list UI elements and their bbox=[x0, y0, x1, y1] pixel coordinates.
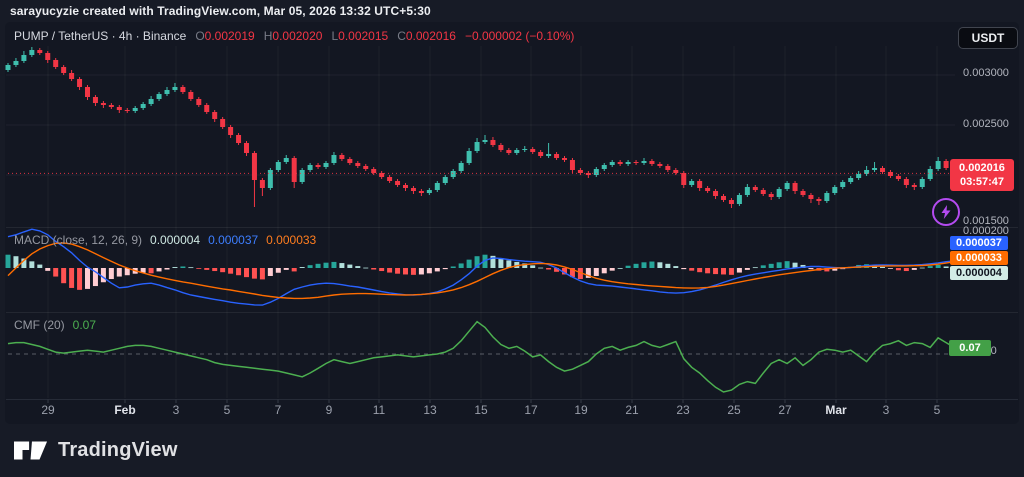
symbol-title[interactable]: PUMP / TetherUS · 4h · Binance bbox=[14, 29, 186, 43]
x-axis-day-label: 19 bbox=[574, 403, 587, 417]
symbol-header: PUMP / TetherUS · 4h · Binance O0.002019… bbox=[14, 29, 574, 43]
attribution-text: sarayucyzie created with TradingView.com… bbox=[10, 4, 431, 18]
ohlc-open: O0.002019 bbox=[195, 29, 254, 43]
price-change: −0.000002 (−0.10%) bbox=[465, 29, 574, 43]
x-axis-month-label: Mar bbox=[825, 403, 846, 417]
x-axis-day-label: 27 bbox=[778, 403, 791, 417]
x-axis-day-label: 15 bbox=[474, 403, 487, 417]
x-axis-day-label: 17 bbox=[524, 403, 537, 417]
price-scale-label: 0.002500 bbox=[956, 117, 1016, 131]
ohlc-low: L0.002015 bbox=[331, 29, 388, 43]
last-price-value: 0.002016 bbox=[950, 161, 1014, 175]
x-axis-day-label: 21 bbox=[625, 403, 638, 417]
last-price-label: 0.002016 03:57:47 bbox=[950, 159, 1014, 191]
cmf-legend: CMF (20) 0.07 bbox=[14, 318, 96, 332]
x-axis-day-label: 13 bbox=[423, 403, 436, 417]
footer-bar: TradingView bbox=[14, 438, 178, 462]
currency-toggle-button[interactable]: USDT bbox=[958, 27, 1018, 49]
price-scale-label: 0.003000 bbox=[956, 66, 1016, 80]
tradingview-logo-icon[interactable] bbox=[14, 438, 48, 462]
x-axis-day-label: 3 bbox=[883, 403, 890, 417]
x-axis-month-label: Feb bbox=[114, 403, 135, 417]
x-axis-day-label: 7 bbox=[275, 403, 282, 417]
macd-signal-value-label: 0.000033 bbox=[950, 251, 1008, 265]
x-axis-day-label: 5 bbox=[224, 403, 231, 417]
macd-signal-value: 0.000033 bbox=[266, 233, 316, 247]
macd-line-value: 0.000037 bbox=[208, 233, 258, 247]
macd-hist-value: 0.000004 bbox=[150, 233, 200, 247]
x-axis-day-label: 29 bbox=[41, 403, 54, 417]
tradingview-snapshot: sarayucyzie created with TradingView.com… bbox=[0, 0, 1024, 477]
x-axis-day-label: 9 bbox=[326, 403, 333, 417]
gridlines bbox=[6, 46, 1018, 403]
bar-countdown: 03:57:47 bbox=[950, 175, 1014, 189]
macd-hist-value-label: 0.000004 bbox=[950, 266, 1008, 280]
ohlc-close: C0.002016 bbox=[397, 29, 456, 43]
x-axis-day-label: 25 bbox=[727, 403, 740, 417]
macd-line-value-label: 0.000037 bbox=[950, 236, 1008, 250]
macd-legend: MACD (close, 12, 26, 9) 0.000004 0.00003… bbox=[14, 233, 316, 247]
macd-title[interactable]: MACD (close, 12, 26, 9) bbox=[14, 233, 142, 247]
cmf-value: 0.07 bbox=[73, 318, 96, 332]
x-axis-day-label: 23 bbox=[676, 403, 689, 417]
tradingview-brand-text[interactable]: TradingView bbox=[58, 439, 178, 462]
x-axis-day-label: 5 bbox=[934, 403, 941, 417]
cmf-title[interactable]: CMF (20) bbox=[14, 318, 65, 332]
lightning-icon bbox=[938, 204, 954, 220]
x-axis-day-label: 3 bbox=[173, 403, 180, 417]
ohlc-high: H0.002020 bbox=[264, 29, 323, 43]
cmf-value-label: 0.07 bbox=[949, 340, 991, 356]
x-axis-day-label: 11 bbox=[373, 403, 385, 417]
